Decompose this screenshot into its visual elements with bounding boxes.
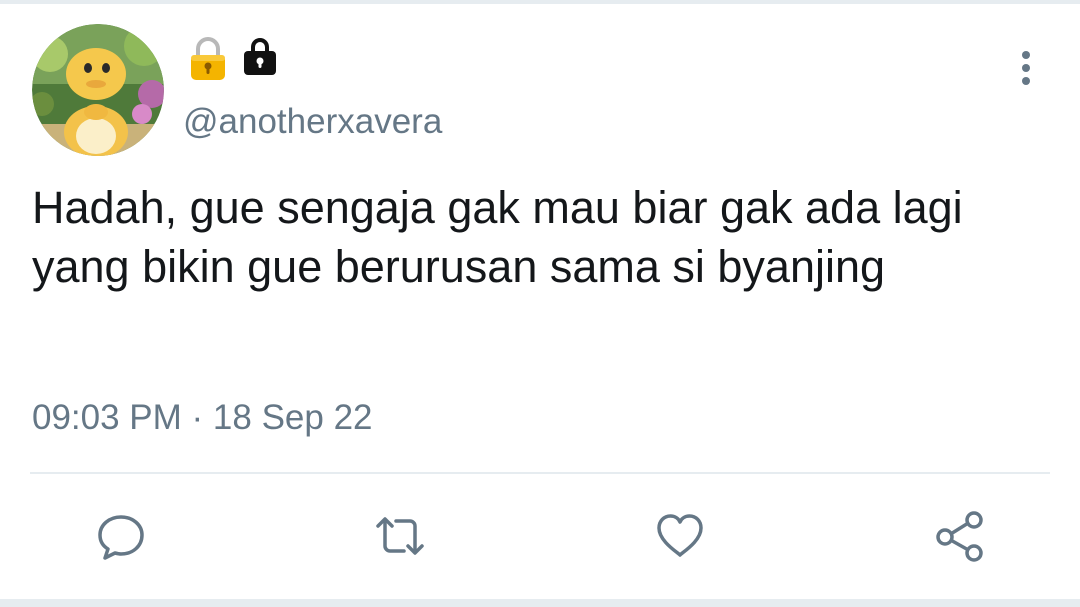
- lock-black-icon: [242, 38, 278, 76]
- user-handle[interactable]: @anotherxavera: [183, 100, 442, 144]
- avatar[interactable]: [32, 24, 164, 156]
- retweet-icon: [376, 517, 424, 555]
- tweet-text: Hadah, gue sengaja gak mau biar gak ada …: [32, 182, 963, 292]
- actions-divider: [30, 472, 1050, 474]
- tweet-time: 09:03 PM: [32, 398, 182, 437]
- bottom-divider: [0, 599, 1080, 607]
- share-icon: [936, 511, 983, 562]
- comment-bubble-icon: [98, 515, 144, 560]
- heart-icon: [657, 514, 703, 557]
- reply-button[interactable]: [93, 508, 149, 564]
- timestamp-separator: ·: [181, 398, 213, 437]
- share-button[interactable]: [932, 508, 988, 564]
- top-divider: [0, 0, 1080, 4]
- more-options-icon[interactable]: [1006, 48, 1046, 88]
- lock-yellow-icon: [188, 36, 228, 82]
- tweet-timestamp: 09:03 PM · 18 Sep 22: [32, 396, 373, 440]
- like-button[interactable]: [652, 508, 708, 564]
- retweet-button[interactable]: [372, 508, 428, 564]
- tweet-date: 18 Sep 22: [212, 398, 373, 437]
- tweet-card: @anotherxavera Hadah, gue sengaja gak ma…: [0, 0, 1080, 607]
